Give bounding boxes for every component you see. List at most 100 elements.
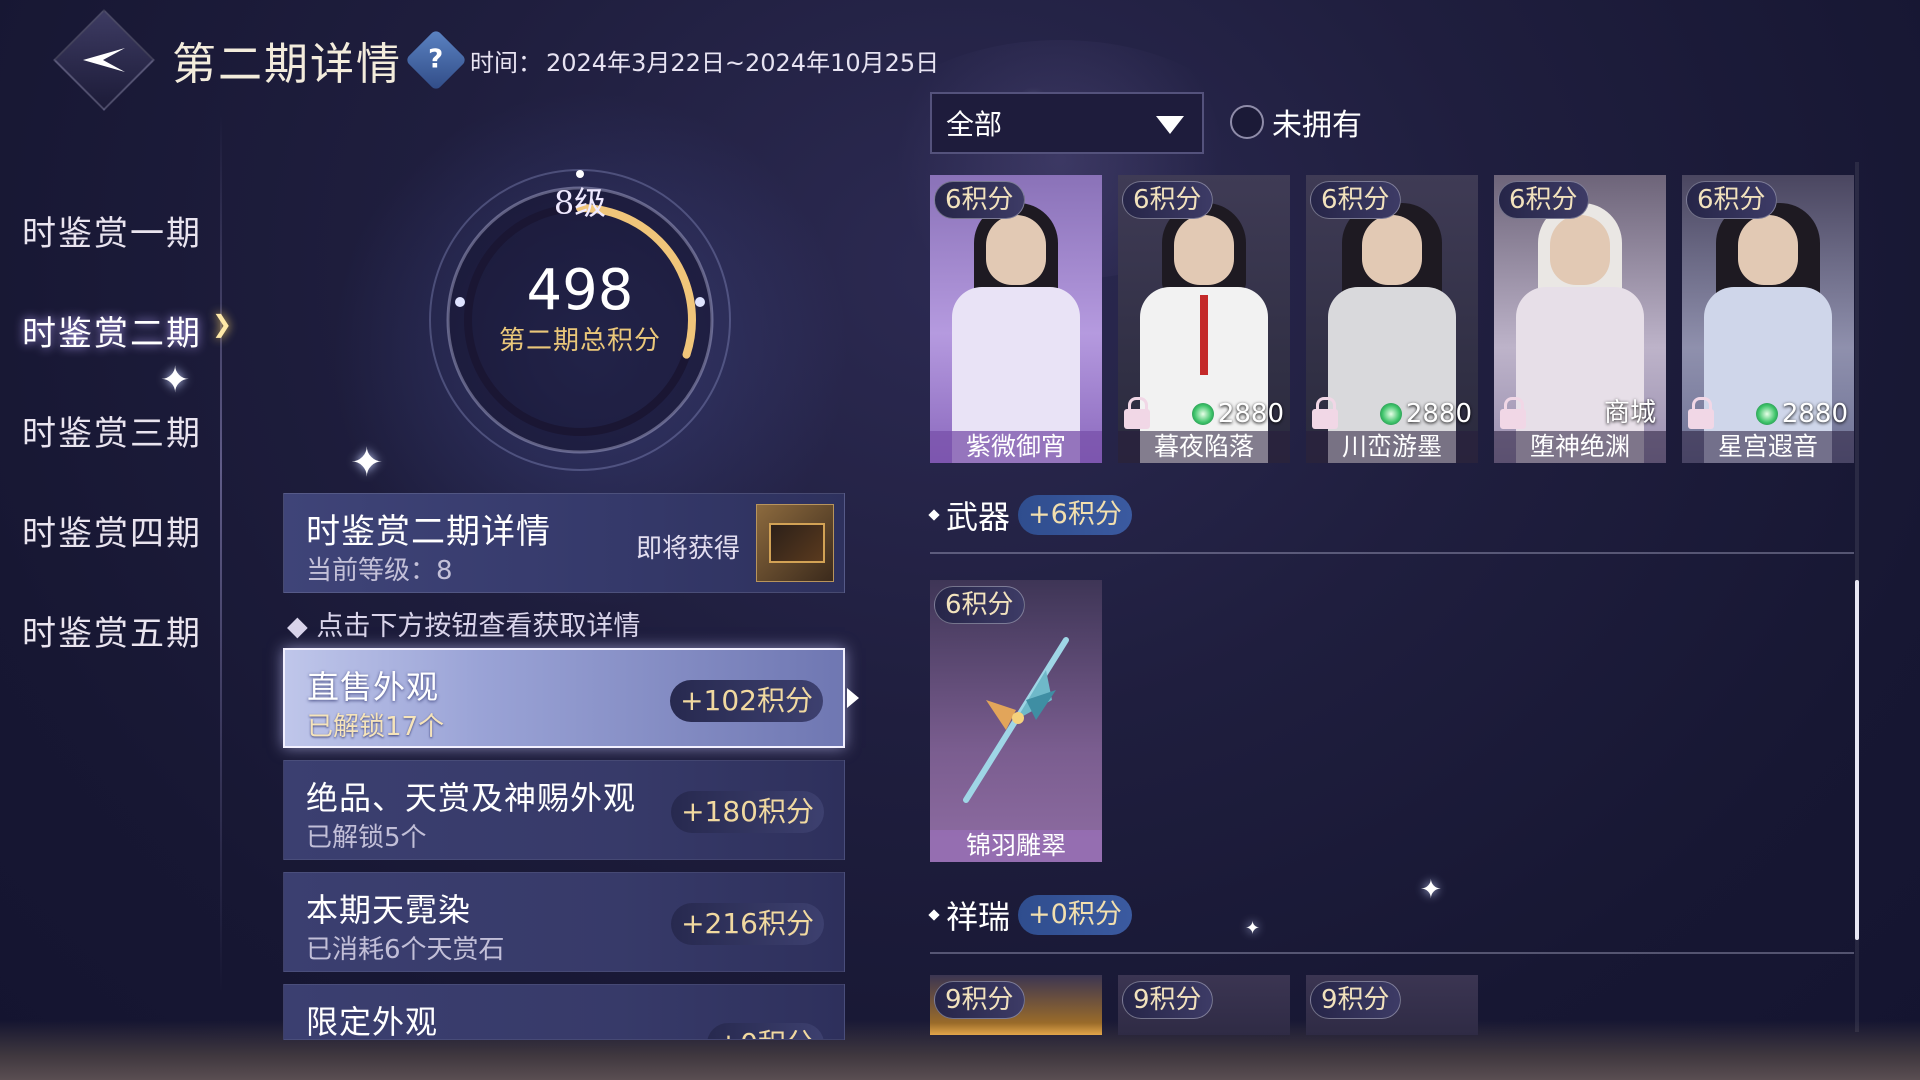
costume-name: 星宫遐音 — [1682, 431, 1854, 463]
lock-icon — [1688, 397, 1714, 429]
sparkle-icon: ✦ — [1245, 918, 1261, 939]
lock-icon — [1312, 397, 1338, 429]
section-title: 武器 — [946, 498, 1011, 536]
lock-icon — [1124, 397, 1150, 429]
nav-item-period-2[interactable]: 时鉴赏二期 — [0, 280, 230, 380]
points-badge: 6积分 — [934, 586, 1025, 624]
nav-item-period-4[interactable]: 时鉴赏四期 — [0, 480, 230, 580]
points-badge: 6积分 — [1310, 181, 1401, 219]
unowned-toggle[interactable]: 未拥有 — [1230, 100, 1362, 144]
sparkle-icon: ✦ — [350, 440, 384, 486]
unowned-radio[interactable] — [1230, 105, 1264, 139]
time-range: 2024年3月22日~2024年10月25日 — [546, 48, 940, 77]
tie — [1200, 295, 1208, 375]
section-divider — [930, 952, 1854, 954]
page-title: 第二期详情 — [172, 39, 402, 90]
header: 第二期详情 ? 时间： 2024年3月22日~2024年10月25日 — [53, 9, 940, 111]
costume-card[interactable]: 6积分 2880 星宫遐音 — [1682, 175, 1854, 463]
source-item-dye[interactable]: 本期天霓染 已消耗6个天赏石 +216积分 — [283, 872, 845, 972]
costume-name: 暮夜陷落 — [1118, 431, 1290, 463]
lock-icon — [1500, 397, 1526, 429]
price-tag: 2880 — [1379, 399, 1472, 429]
price-tag: 2880 — [1755, 399, 1848, 429]
scrollbar-thumb[interactable] — [1855, 580, 1859, 940]
level-ring: 8级 498 第二期总积分 — [420, 160, 740, 480]
nav-item-period-5[interactable]: 时鉴赏五期 — [0, 580, 230, 680]
points-badge: 9积分 — [1310, 981, 1401, 1019]
character-head — [1174, 215, 1234, 285]
question-icon: ? — [428, 45, 444, 75]
current-level: 当前等级：8 — [306, 556, 453, 586]
source-title: 限定外观 — [306, 1003, 439, 1040]
detail-title: 时鉴赏二期详情 — [306, 512, 551, 552]
points-badge: 6积分 — [1498, 181, 1589, 219]
shop-label: 商城 — [1603, 398, 1656, 428]
price-value: 2880 — [1217, 399, 1284, 429]
omen-card[interactable]: 9积分 — [1118, 975, 1290, 1035]
weapon-section-header: 武器 +6积分 — [928, 492, 1132, 538]
source-title: 本期天霓染 — [306, 891, 472, 929]
filter-selected: 全部 — [946, 108, 1003, 141]
points-badge: 6积分 — [1122, 181, 1213, 219]
costume-name: 堕神绝渊 — [1494, 431, 1666, 463]
character-head — [1550, 215, 1610, 285]
back-arrow-icon — [83, 48, 125, 72]
section-divider — [930, 552, 1854, 554]
level-text: 8级 — [553, 184, 607, 222]
nav-item-period-1[interactable]: 时鉴赏一期 — [0, 180, 230, 280]
costume-name: 川峦游墨 — [1306, 431, 1478, 463]
nav-item-period-3[interactable]: 时鉴赏三期 — [0, 380, 230, 480]
weapon-name: 锦羽雕翠 — [930, 830, 1102, 862]
source-points: +180积分 — [671, 791, 824, 833]
section-bullet-icon — [928, 909, 940, 921]
source-points: +0积分 — [706, 1023, 824, 1039]
total-score: 498 — [526, 258, 634, 323]
active-nav-marker-icon: ❯ — [212, 310, 233, 338]
section-points: +6积分 — [1018, 495, 1132, 535]
costume-card[interactable]: 6积分 商城 堕神绝渊 — [1494, 175, 1666, 463]
period-nav: 时鉴赏一期 时鉴赏二期 时鉴赏三期 时鉴赏四期 时鉴赏五期 — [0, 180, 230, 680]
hint-label: 点击下方按钮查看获取详情 — [316, 611, 641, 642]
omen-section-header: 祥瑞 +0积分 — [928, 892, 1132, 938]
price-value: 2880 — [1405, 399, 1472, 429]
back-button[interactable] — [53, 9, 155, 111]
weapon-spear-icon — [963, 637, 1069, 803]
character-head — [1362, 215, 1422, 285]
character-head — [1738, 215, 1798, 285]
jade-currency-icon — [1379, 403, 1402, 425]
source-title: 绝品、天赏及神赐外观 — [306, 779, 637, 817]
omen-card[interactable]: 9积分 — [1306, 975, 1478, 1035]
points-badge: 9积分 — [934, 981, 1025, 1019]
upcoming-reward-label: 即将获得 — [636, 534, 741, 564]
source-item-direct-sale[interactable]: 直售外观 已解锁17个 +102积分 — [283, 648, 859, 748]
points-badge: 6积分 — [1686, 181, 1777, 219]
character-head — [986, 215, 1046, 285]
jade-currency-icon — [1191, 403, 1214, 425]
period-detail-card[interactable]: 时鉴赏二期详情 当前等级：8 即将获得 — [283, 493, 845, 593]
source-subtitle: 已解锁17个 — [307, 712, 445, 742]
costume-card[interactable]: 6积分 2880 川峦游墨 — [1306, 175, 1478, 463]
jade-currency-icon — [1755, 403, 1778, 425]
help-button[interactable]: ? — [404, 28, 468, 92]
dropdown-arrow-icon — [1156, 116, 1184, 134]
upcoming-reward-thumbnail[interactable] — [756, 504, 834, 582]
unowned-label: 未拥有 — [1272, 108, 1362, 143]
costume-name: 紫微御宵 — [930, 431, 1102, 463]
omen-card[interactable]: 9积分 — [930, 975, 1102, 1035]
source-points: +102积分 — [670, 680, 823, 722]
section-title: 祥瑞 — [946, 898, 1011, 936]
source-subtitle: 已消耗6个天赏石 — [306, 935, 505, 965]
total-score-label: 第二期总积分 — [498, 326, 661, 356]
hint-text: ◆ 点击下方按钮查看获取详情 — [287, 611, 641, 642]
section-points: +0积分 — [1018, 895, 1132, 935]
points-badge: 6积分 — [934, 181, 1025, 219]
source-item-premium[interactable]: 绝品、天赏及神赐外观 已解锁5个 +180积分 — [283, 760, 845, 860]
category-filter-dropdown[interactable]: 全部 — [930, 92, 1204, 154]
source-subtitle: 已解锁5个 — [306, 823, 427, 853]
selected-arrow-icon — [847, 688, 859, 708]
weapon-card[interactable]: 6积分 锦羽雕翠 — [930, 580, 1102, 862]
price-tag: 2880 — [1191, 399, 1284, 429]
costume-card[interactable]: 6积分 2880 暮夜陷落 — [1118, 175, 1290, 463]
costume-card[interactable]: 6积分 紫微御宵 — [930, 175, 1102, 463]
source-item-limited[interactable]: 限定外观 +0积分 — [283, 984, 845, 1040]
